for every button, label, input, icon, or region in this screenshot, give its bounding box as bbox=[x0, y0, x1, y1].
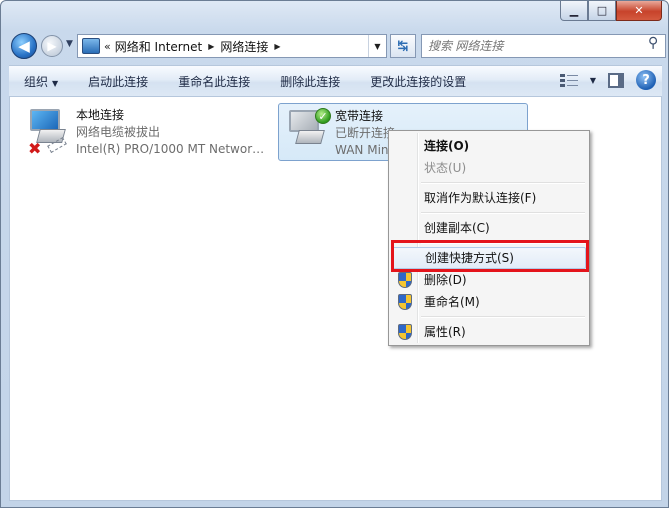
menu-item-connect[interactable]: 连接(O) bbox=[392, 135, 586, 157]
network-folder-icon bbox=[82, 38, 100, 54]
change-view-icon[interactable] bbox=[559, 72, 578, 88]
connection-details: 本地连接 网络电缆被拔出 Intel(R) PRO/1000 MT Networ… bbox=[76, 107, 264, 158]
breadcrumb-network-internet[interactable]: 网络和 Internet bbox=[115, 38, 202, 55]
chevron-right-icon[interactable]: ▶ bbox=[274, 42, 280, 51]
close-button[interactable]: ✕ bbox=[616, 1, 662, 21]
chevron-right-icon[interactable]: ▶ bbox=[208, 42, 214, 51]
chevron-down-icon: ▼ bbox=[52, 78, 59, 88]
view-options-dropdown[interactable]: ▼ bbox=[590, 76, 596, 85]
command-bar: 组织 ▼ 启动此连接 重命名此连接 删除此连接 更改此连接的设置 ▼ ? bbox=[9, 65, 662, 97]
back-button[interactable]: ◀ bbox=[11, 33, 37, 59]
menu-item-label: 删除(D) bbox=[424, 273, 467, 287]
connection-details: 宽带连接 已断开连接 WAN Min bbox=[335, 108, 395, 159]
menu-item-delete[interactable]: 删除(D) bbox=[392, 269, 586, 291]
menu-item-properties[interactable]: 属性(R) bbox=[392, 321, 586, 343]
menu-separator bbox=[421, 182, 585, 184]
menu-separator bbox=[421, 242, 585, 244]
search-input[interactable] bbox=[421, 34, 666, 58]
uac-shield-icon bbox=[398, 294, 412, 310]
connection-device: Intel(R) PRO/1000 MT Networ… bbox=[76, 142, 265, 156]
refresh-button[interactable]: ↹ bbox=[390, 34, 416, 58]
forward-button[interactable]: ▶ bbox=[41, 35, 63, 57]
navigation-row: ◀ ▶ ▼ « 网络和 Internet ▶ 网络连接 ▶ ▼ ↹ ⚲ bbox=[9, 31, 666, 61]
menu-item-create-copy[interactable]: 创建副本(C) bbox=[392, 217, 586, 239]
address-bar[interactable]: « 网络和 Internet ▶ 网络连接 ▶ ▼ bbox=[77, 34, 387, 58]
command-bar-right: ▼ ? bbox=[559, 70, 656, 90]
network-adapter-icon: ✓ bbox=[287, 108, 331, 154]
enable-connection-button[interactable]: 启动此连接 bbox=[73, 73, 163, 90]
connection-name: 本地连接 bbox=[76, 108, 125, 122]
check-icon: ✓ bbox=[315, 108, 331, 124]
disconnected-x-icon: ✖ bbox=[28, 139, 42, 158]
menu-item-rename[interactable]: 重命名(M) bbox=[392, 291, 586, 313]
recent-pages-dropdown[interactable]: ▼ bbox=[66, 39, 73, 49]
connection-status: 网络电缆被拔出 bbox=[76, 125, 161, 139]
menu-item-cancel-default[interactable]: 取消作为默认连接(F) bbox=[392, 187, 586, 209]
menu-item-label: 属性(R) bbox=[424, 325, 466, 339]
search-icon[interactable]: ⚲ bbox=[648, 35, 658, 51]
monitor-icon bbox=[30, 109, 60, 131]
computer-tower-icon bbox=[295, 130, 325, 144]
connection-status: 已断开连接 bbox=[335, 126, 396, 140]
uac-shield-icon bbox=[398, 324, 412, 340]
connection-local-area[interactable]: ✖ 本地连接 网络电缆被拔出 Intel(R) PRO/1000 MT Netw… bbox=[20, 103, 270, 159]
maximize-button[interactable]: □ bbox=[588, 1, 616, 21]
rename-connection-button[interactable]: 重命名此连接 bbox=[163, 73, 265, 90]
change-settings-button[interactable]: 更改此连接的设置 bbox=[355, 73, 481, 90]
window-caption-buttons: ▁ □ ✕ bbox=[560, 1, 662, 23]
minimize-button[interactable]: ▁ bbox=[560, 1, 588, 21]
connection-device: WAN Min bbox=[335, 143, 389, 157]
menu-separator bbox=[421, 212, 585, 214]
organize-label: 组织 bbox=[24, 74, 49, 89]
delete-connection-button[interactable]: 删除此连接 bbox=[265, 73, 355, 90]
help-icon[interactable]: ? bbox=[636, 70, 656, 90]
uac-shield-icon bbox=[398, 272, 412, 288]
menu-item-status[interactable]: 状态(U) bbox=[392, 157, 586, 179]
connection-name: 宽带连接 bbox=[335, 109, 384, 123]
menu-item-create-shortcut[interactable]: 创建快捷方式(S) bbox=[392, 247, 586, 269]
preview-pane-icon[interactable] bbox=[608, 72, 624, 88]
breadcrumb-network-connections[interactable]: 网络连接 bbox=[220, 38, 268, 55]
context-menu: 连接(O) 状态(U) 取消作为默认连接(F) 创建副本(C) 创建快捷方式(S… bbox=[388, 130, 590, 346]
menu-item-label: 重命名(M) bbox=[424, 295, 480, 309]
network-adapter-icon: ✖ bbox=[28, 109, 70, 158]
organize-menu[interactable]: 组织 ▼ bbox=[9, 73, 73, 90]
address-dropdown-button[interactable]: ▼ bbox=[368, 35, 386, 57]
breadcrumb-overflow[interactable]: « bbox=[104, 40, 111, 53]
menu-separator bbox=[421, 316, 585, 318]
